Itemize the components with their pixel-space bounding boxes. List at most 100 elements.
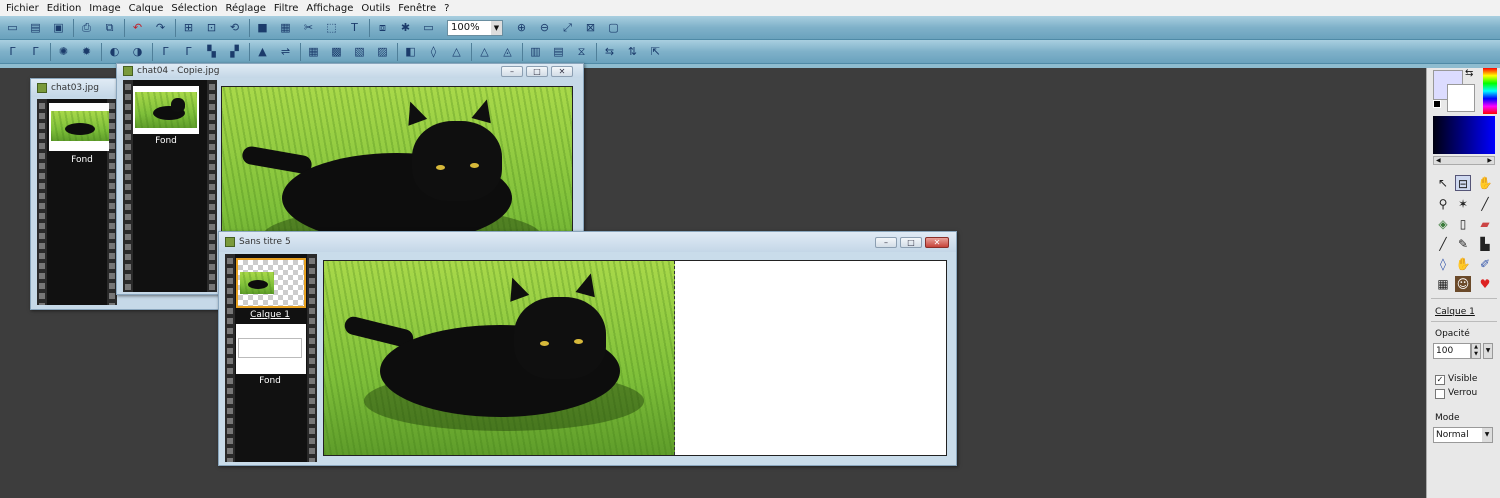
gradient-scrollbar[interactable]: ◀ ▶ <box>1433 156 1495 165</box>
select-rect-icon[interactable]: ⊟ <box>1455 175 1471 191</box>
crop-icon[interactable]: ⊞ <box>180 19 197 36</box>
mode-select[interactable]: Normal ▼ <box>1433 427 1493 443</box>
open-icon[interactable]: ▤ <box>27 19 44 36</box>
print-icon[interactable]: ⎙ <box>78 19 95 36</box>
undo-icon[interactable]: ↶ <box>129 19 146 36</box>
reset-colors-icon[interactable] <box>1433 100 1441 108</box>
fill-icon[interactable]: ◈ <box>1435 216 1451 232</box>
menu-fichier[interactable]: Fichier <box>2 3 43 14</box>
levels-icon[interactable]: ◐ <box>106 43 123 60</box>
effect-icon[interactable]: ▦ <box>277 19 294 36</box>
brightness-icon[interactable]: ✺ <box>55 43 72 60</box>
eyedropper-icon[interactable]: ⚲ <box>1435 196 1451 212</box>
minimize-icon[interactable]: – <box>501 66 523 77</box>
stamp-tool-icon[interactable]: ▙ <box>1477 236 1493 252</box>
secondary-color-swatch[interactable] <box>1447 84 1475 112</box>
layer-icon[interactable]: ⧈ <box>374 19 391 36</box>
menu-fenetre[interactable]: Fenêtre <box>394 3 440 14</box>
menu-outils[interactable]: Outils <box>357 3 394 14</box>
pointer-icon[interactable]: ↖ <box>1435 175 1451 191</box>
zoom-select[interactable]: 100% ▼ <box>447 19 503 36</box>
auto-level-icon[interactable]: Γ <box>4 43 21 60</box>
grid-tool-icon[interactable]: ▦ <box>1435 276 1451 292</box>
triangle-icon[interactable]: △ <box>448 43 465 60</box>
fullscreen-icon[interactable]: ▢ <box>605 19 622 36</box>
hue-icon[interactable]: ▞ <box>226 43 243 60</box>
new-icon[interactable]: ▭ <box>4 19 21 36</box>
opacity-input[interactable]: 100 <box>1433 343 1471 359</box>
magic-wand-icon[interactable]: ✶ <box>1455 196 1471 212</box>
save-icon[interactable]: ▣ <box>50 19 67 36</box>
smudge-icon[interactable]: ✋ <box>1455 256 1471 272</box>
spray-icon[interactable]: ▯ <box>1455 216 1471 232</box>
swap-colors-icon[interactable]: ⇆ <box>1465 68 1473 79</box>
canvas[interactable] <box>323 260 947 456</box>
mirror-icon[interactable]: ⇅ <box>624 43 641 60</box>
blur-icon[interactable]: ▩ <box>328 43 345 60</box>
menu-selection[interactable]: Sélection <box>167 3 221 14</box>
resize-icon[interactable]: ⊡ <box>203 19 220 36</box>
brush-icon[interactable]: ╱ <box>1435 236 1451 252</box>
menu-affichage[interactable]: Affichage <box>302 3 357 14</box>
layer-label-calque1[interactable]: Calque 1 <box>235 310 305 320</box>
menu-calque[interactable]: Calque <box>125 3 168 14</box>
close-icon[interactable]: ✕ <box>551 66 573 77</box>
eraser-icon[interactable]: ▰ <box>1477 216 1493 232</box>
pen-icon[interactable]: ✎ <box>1455 236 1471 252</box>
arrow-left-icon[interactable]: ◀ <box>1436 157 1441 164</box>
window-titlebar[interactable]: Sans titre 5 <box>219 232 956 252</box>
triangle2-icon[interactable]: △ <box>476 43 493 60</box>
portrait-icon[interactable]: ☺ <box>1455 276 1471 292</box>
strawberry-icon[interactable]: ♥ <box>1477 276 1493 292</box>
noise-icon[interactable]: ▨ <box>374 43 391 60</box>
actual-size-icon[interactable]: ⊠ <box>582 19 599 36</box>
scan-icon[interactable]: ⧉ <box>101 19 118 36</box>
palette-icon[interactable]: ◬ <box>499 43 516 60</box>
drop2-icon[interactable]: ◊ <box>425 43 442 60</box>
layer-thumbnail-calque1[interactable] <box>236 258 306 308</box>
hue-slider[interactable] <box>1483 68 1497 114</box>
layer-thumbnail[interactable] <box>133 86 199 134</box>
minimize-icon[interactable]: – <box>875 237 897 248</box>
color-gradient-picker[interactable] <box>1433 116 1495 154</box>
line-icon[interactable]: ╱ <box>1477 196 1493 212</box>
select-icon[interactable]: ⬚ <box>323 19 340 36</box>
maximize-icon[interactable]: □ <box>526 66 548 77</box>
drop-icon[interactable]: ◧ <box>402 43 419 60</box>
fit-icon[interactable]: ⤢ <box>559 19 576 36</box>
monitor-icon[interactable]: ▥ <box>527 43 544 60</box>
export-icon[interactable]: ⇱ <box>647 43 664 60</box>
arrow-right-icon[interactable]: ▶ <box>1487 157 1492 164</box>
rotate-icon[interactable]: ⟲ <box>226 19 243 36</box>
zoom-in-icon[interactable]: ⊕ <box>513 19 530 36</box>
window-sans-titre-5[interactable]: Sans titre 5 – □ ✕ Calque 1 Fond <box>218 231 957 466</box>
histogram-icon[interactable]: ▲ <box>254 43 271 60</box>
canvas-icon[interactable]: ■ <box>254 19 271 36</box>
gamma-icon[interactable]: Γ <box>157 43 174 60</box>
zoom-out-icon[interactable]: ⊖ <box>536 19 553 36</box>
stamp-icon[interactable]: ✱ <box>397 19 414 36</box>
text-icon[interactable]: T <box>346 19 363 36</box>
rgb-icon[interactable]: ▚ <box>203 43 220 60</box>
visible-checkbox[interactable]: ✓ <box>1435 375 1445 385</box>
gamma2-icon[interactable]: Γ <box>180 43 197 60</box>
maximize-icon[interactable]: □ <box>900 237 922 248</box>
menu-filtre[interactable]: Filtre <box>270 3 303 14</box>
cut-icon[interactable]: ✂ <box>300 19 317 36</box>
flip-icon[interactable]: ⇆ <box>601 43 618 60</box>
menu-image[interactable]: Image <box>85 3 124 14</box>
opacity-stepper[interactable]: ▲ ▼ <box>1471 343 1481 359</box>
lock-checkbox[interactable] <box>1435 389 1445 399</box>
sharpen-icon[interactable]: ▦ <box>305 43 322 60</box>
contrast-icon[interactable]: ✹ <box>78 43 95 60</box>
layer-thumbnail[interactable] <box>49 103 115 151</box>
menu-edition[interactable]: Edition <box>43 3 86 14</box>
smooth-icon[interactable]: ▧ <box>351 43 368 60</box>
close-icon[interactable]: ✕ <box>925 237 949 248</box>
opacity-dropdown[interactable]: ▼ <box>1483 343 1493 359</box>
menu-help[interactable]: ? <box>440 3 453 14</box>
drop-tool-icon[interactable]: ◊ <box>1435 256 1451 272</box>
redo-icon[interactable]: ↷ <box>152 19 169 36</box>
menu-reglage[interactable]: Réglage <box>221 3 269 14</box>
curves-icon[interactable]: ◑ <box>129 43 146 60</box>
